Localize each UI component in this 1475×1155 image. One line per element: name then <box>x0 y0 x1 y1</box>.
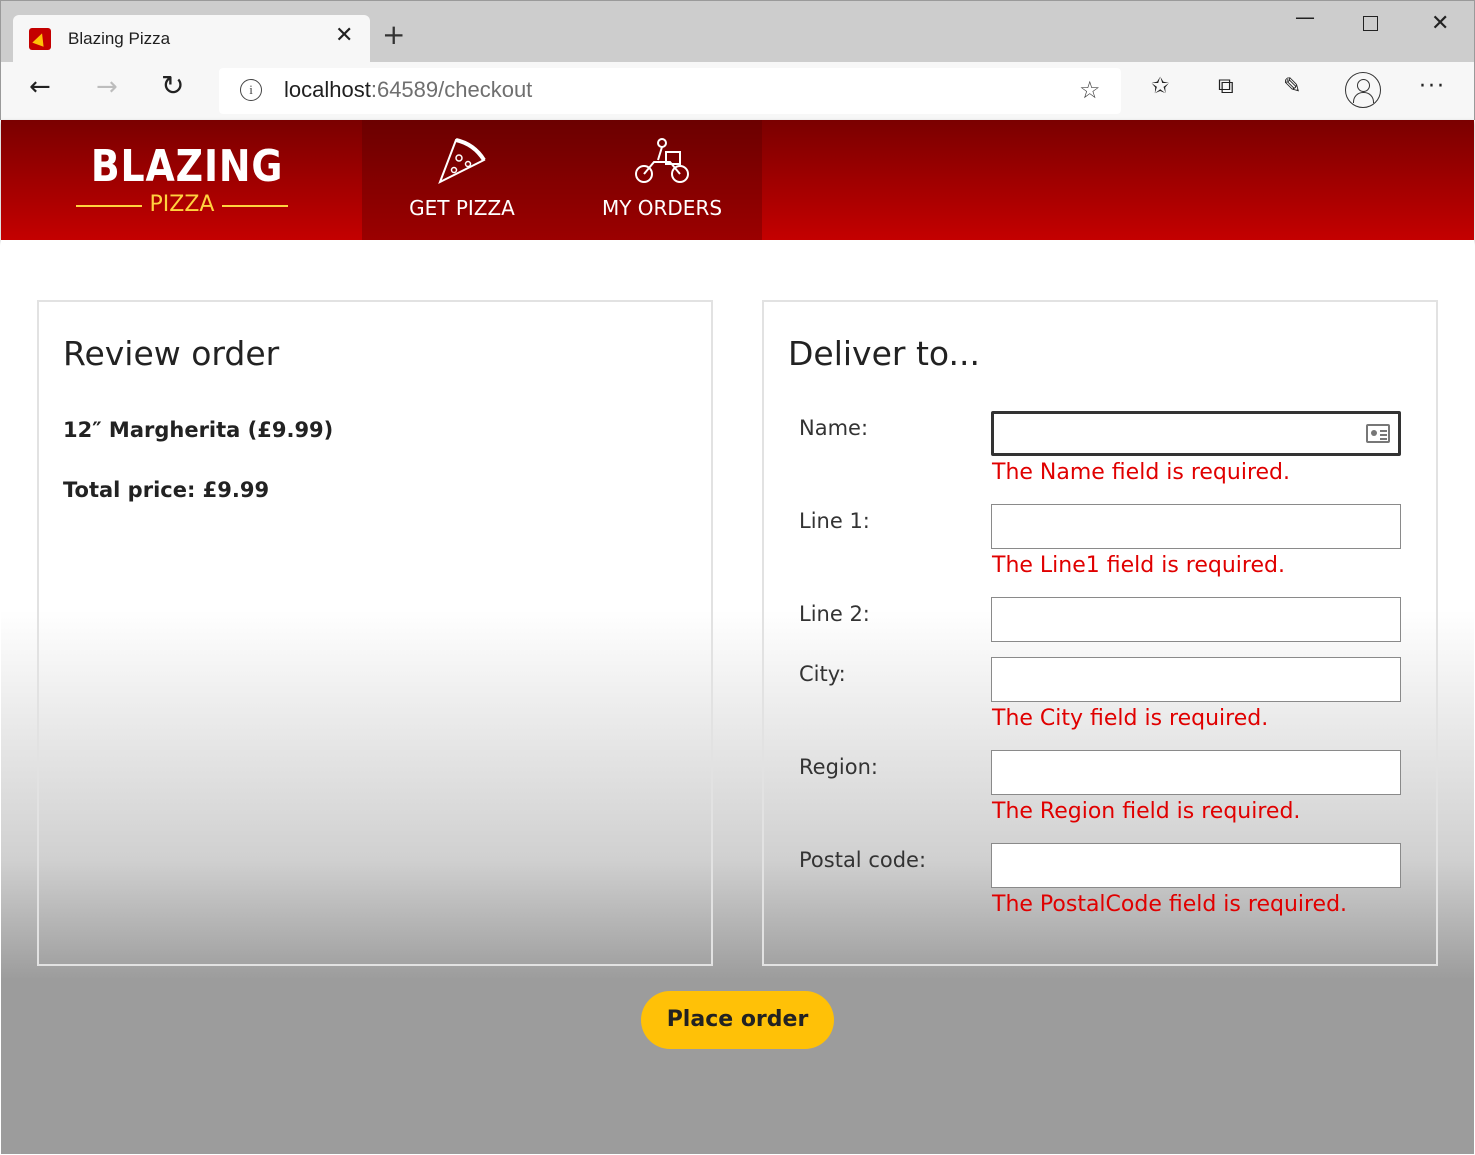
line1-error: The Line1 field is required. <box>992 553 1285 578</box>
postal-code-error: The PostalCode field is required. <box>992 892 1348 917</box>
total-price: Total price: £9.99 <box>63 478 270 502</box>
line2-field[interactable] <box>991 597 1401 642</box>
line1-field[interactable] <box>991 504 1401 549</box>
region-error: The Region field is required. <box>992 799 1301 824</box>
nav-get-pizza[interactable]: GET PIZZA <box>362 120 562 240</box>
collections-icon[interactable]: ⧉ <box>1218 76 1234 98</box>
favorites-icon[interactable]: ✩ <box>1151 76 1169 98</box>
browser-tab-bar: Blazing Pizza ✕ + — ✕ <box>0 0 1475 63</box>
name-label: Name: <box>799 416 869 440</box>
deliver-to-panel: Deliver to... Name: The Name field is re… <box>762 300 1438 966</box>
city-field[interactable] <box>991 657 1401 702</box>
name-error: The Name field is required. <box>992 460 1291 485</box>
city-label: City: <box>799 662 846 686</box>
logo-main-text: BLAZING <box>90 141 284 192</box>
name-field[interactable] <box>991 411 1401 456</box>
contact-card-icon[interactable] <box>1366 424 1390 443</box>
add-favorite-icon[interactable]: ☆ <box>1079 76 1101 104</box>
tab-title: Blazing Pizza <box>68 29 171 48</box>
review-order-title: Review order <box>63 334 280 373</box>
pizza-favicon-icon <box>29 28 51 50</box>
checkout-page: Review order 12″ Margherita (£9.99) Tota… <box>1 240 1474 1154</box>
address-bar[interactable]: i localhost:64589/checkout ☆ <box>219 68 1121 114</box>
blazing-pizza-logo[interactable]: BLAZING PIZZA <box>76 142 288 222</box>
back-arrow-icon[interactable]: ← <box>29 74 51 100</box>
main-nav: GET PIZZA MY ORDERS <box>362 120 762 240</box>
app-header: BLAZING PIZZA GET PIZZA MY ORDERS <box>1 120 1474 240</box>
region-label: Region: <box>799 755 878 779</box>
place-order-button[interactable]: Place order <box>641 991 834 1049</box>
more-menu-icon[interactable]: ··· <box>1419 74 1446 99</box>
new-tab-icon[interactable]: + <box>382 21 405 49</box>
line1-label: Line 1: <box>799 509 870 533</box>
info-icon[interactable]: i <box>240 79 262 101</box>
nav-my-orders-label: MY ORDERS <box>601 196 723 220</box>
window-close-icon[interactable]: ✕ <box>1431 13 1449 35</box>
browser-tab[interactable]: Blazing Pizza ✕ <box>13 15 370 63</box>
deliver-to-title: Deliver to... <box>788 334 980 373</box>
nav-my-orders[interactable]: MY ORDERS <box>562 120 762 240</box>
postal-code-label: Postal code: <box>799 848 927 872</box>
tab-close-icon[interactable]: ✕ <box>335 23 353 48</box>
feedback-icon[interactable]: ✎ <box>1283 76 1301 98</box>
motorbike-icon <box>635 138 689 183</box>
postal-code-field[interactable] <box>991 843 1401 888</box>
pizza-slice-icon <box>438 138 486 185</box>
line2-label: Line 2: <box>799 602 870 626</box>
region-field[interactable] <box>991 750 1401 795</box>
maximize-icon[interactable] <box>1363 16 1378 31</box>
profile-icon[interactable] <box>1345 72 1381 108</box>
forward-arrow-icon[interactable]: → <box>96 74 118 100</box>
city-error: The City field is required. <box>992 706 1269 731</box>
nav-get-pizza-label: GET PIZZA <box>409 196 515 220</box>
order-item: 12″ Margherita (£9.99) <box>63 418 334 442</box>
url-text[interactable]: localhost:64589/checkout <box>284 77 532 103</box>
browser-toolbar: ← → ↻ i localhost:64589/checkout ☆ ✩ ⧉ ✎… <box>0 62 1475 120</box>
reload-icon[interactable]: ↻ <box>161 72 184 100</box>
logo-sub-text: PIZZA <box>76 192 288 218</box>
review-order-panel: Review order 12″ Margherita (£9.99) Tota… <box>37 300 713 966</box>
minimize-icon[interactable]: — <box>1295 7 1315 27</box>
